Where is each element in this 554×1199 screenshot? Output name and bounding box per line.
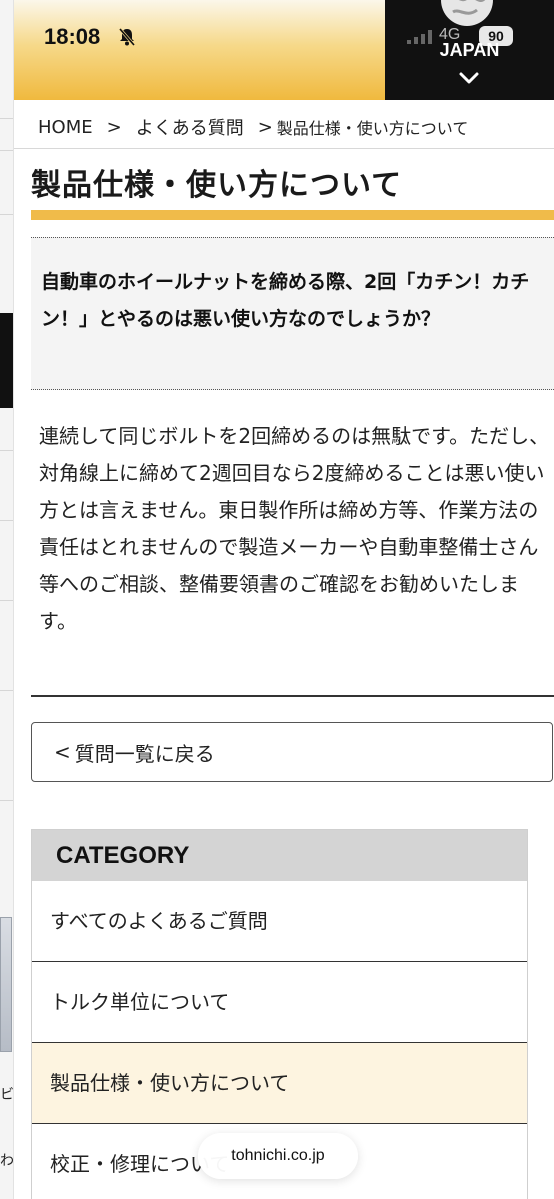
breadcrumb: HOME > よくある質問 > 製品仕様・使い方について [38,114,468,140]
breadcrumb-separator: > [106,116,122,138]
breadcrumb-faq[interactable]: よくある質問 [136,114,244,140]
category-header: CATEGORY [32,830,527,881]
background-page-edge: ビ わ [0,0,14,1199]
globe-icon [441,0,493,26]
chevron-down-icon [459,72,479,84]
divider [14,148,554,149]
site-header: 18:08 4G 90 JAPAN [14,0,554,100]
question-box: 自動車のホイールナットを締める際、2回「カチン！カチン！」とやるのは悪い使い方な… [31,237,554,390]
category-item-product-specs[interactable]: 製品仕様・使い方について [32,1043,527,1124]
answer-text: 連続して同じボルトを2回締めるのは無駄です。ただし、対角線上に締めて2週回目なら… [39,424,550,633]
back-button-label: 質問一覧に戻る [74,741,215,766]
back-chevron-icon: < [54,740,71,764]
browser-url-bar[interactable]: tohnichi.co.jp [198,1133,358,1179]
category-item-torque-units[interactable]: トルク単位について [32,962,527,1043]
status-time: 18:08 [44,24,101,49]
divider [31,695,554,697]
page-title: 製品仕様・使い方について [31,168,403,203]
breadcrumb-separator: > [257,116,273,138]
title-accent-bar [31,210,554,220]
question-text: 自動車のホイールナットを締める際、2回「カチン！カチン！」とやるのは悪い使い方な… [41,271,530,330]
background-thumbnail [0,917,12,1052]
back-to-list-button[interactable]: < 質問一覧に戻る [31,722,553,782]
language-selector[interactable]: 4G 90 JAPAN [385,0,554,100]
bell-muted-icon [118,28,136,46]
language-label: JAPAN [439,40,500,60]
breadcrumb-home[interactable]: HOME [38,117,93,138]
status-bar-left: 18:08 [14,0,385,100]
category-item-all[interactable]: すべてのよくあるご質問 [32,881,527,962]
breadcrumb-current: 製品仕様・使い方について [276,119,469,138]
page: ビ わ 18:08 4G 90 JAPAN HOME > よくある質問 > 製品… [0,0,554,1199]
